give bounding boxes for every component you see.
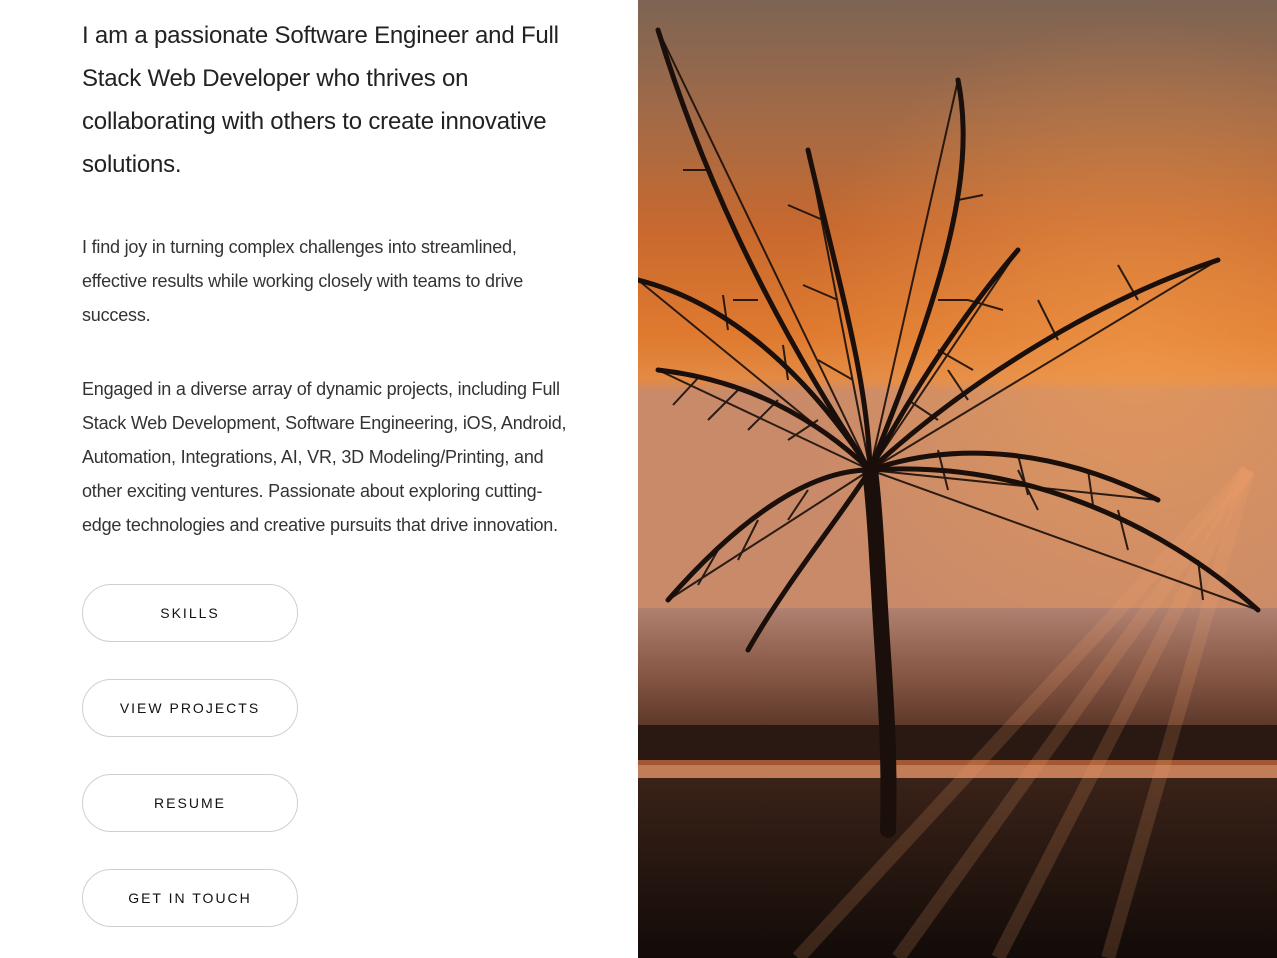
skills-button[interactable]: SKILLS <box>82 584 298 642</box>
about-panel: I am a passionate Software Engineer and … <box>0 0 638 958</box>
about-paragraph-2: Engaged in a diverse array of dynamic pr… <box>82 379 567 535</box>
view-projects-button[interactable]: VIEW PROJECTS <box>82 679 298 737</box>
about-content: I am a passionate Software Engineer and … <box>82 14 572 958</box>
about-lead: I am a passionate Software Engineer and … <box>82 22 559 178</box>
palm-tree-sunset-illustration <box>638 0 1277 958</box>
resume-button[interactable]: RESUME <box>82 774 298 832</box>
page: I am a passionate Software Engineer and … <box>0 0 1277 958</box>
hero-image <box>638 0 1277 958</box>
get-in-touch-button[interactable]: GET IN TOUCH <box>82 869 298 927</box>
about-paragraph-1: I find joy in turning complex challenges… <box>82 237 524 325</box>
